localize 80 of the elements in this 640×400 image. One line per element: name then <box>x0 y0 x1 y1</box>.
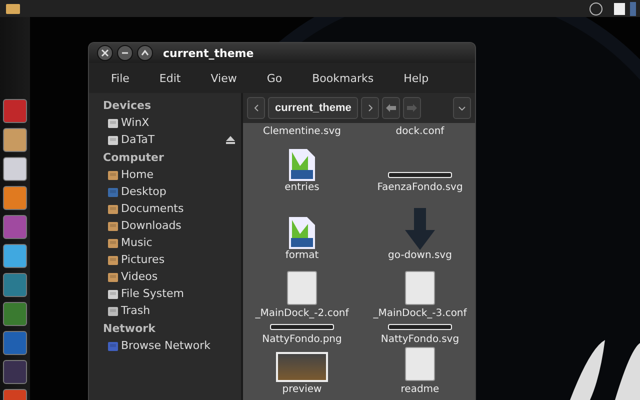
sidebar-item[interactable]: Music <box>121 236 241 249</box>
desktop-icon <box>107 186 119 198</box>
sidebar-item[interactable]: File System <box>121 287 241 300</box>
file-name[interactable]: preview <box>282 384 322 395</box>
menu-item[interactable]: View <box>200 72 249 84</box>
trash-icon <box>107 304 119 316</box>
file-name[interactable]: readme <box>400 384 440 395</box>
photo-placeholder <box>276 352 328 382</box>
down-arrow-icon <box>405 208 435 250</box>
rabbit-ears-drawing <box>570 338 640 400</box>
image-strip <box>388 324 452 330</box>
file-name[interactable]: Clementine.svg <box>263 126 341 137</box>
sidebar-item[interactable]: DaTaT <box>121 133 224 146</box>
maximize-button[interactable] <box>137 45 153 61</box>
sidebar-item[interactable]: Trash <box>121 304 241 317</box>
image-strip <box>270 324 334 330</box>
close-button[interactable] <box>97 45 113 61</box>
path-button[interactable]: current_theme <box>268 97 358 119</box>
folder-icon <box>107 220 119 232</box>
menu-item[interactable]: Bookmarks <box>302 72 386 84</box>
chevron-left-icon <box>254 104 258 112</box>
app-icon[interactable] <box>3 244 27 268</box>
folder-icon <box>107 168 119 180</box>
file-name[interactable]: NattyFondo.png <box>262 334 342 345</box>
chevron-up-icon <box>141 49 149 57</box>
menu-item[interactable]: Help <box>394 72 441 84</box>
file-name[interactable]: _MainDock_-2.conf <box>255 308 349 319</box>
app-icon[interactable] <box>3 157 27 181</box>
scroll-left-button[interactable] <box>247 97 265 119</box>
menu-item[interactable]: Edit <box>149 72 193 84</box>
image-strip <box>388 172 452 178</box>
drive-icon <box>107 288 119 300</box>
dxf-file-icon <box>288 216 316 250</box>
sidebar-item[interactable]: Documents <box>121 202 241 215</box>
app-icon[interactable] <box>3 186 27 210</box>
folder-icon <box>107 236 119 248</box>
dxf-file-icon <box>288 148 316 182</box>
file-name[interactable]: FaenzaFondo.svg <box>377 182 463 193</box>
app-icon[interactable] <box>3 128 27 152</box>
left-arrow-icon <box>386 104 396 112</box>
sidebar-item[interactable]: WinX <box>121 116 241 129</box>
file-name[interactable]: entries <box>284 182 320 193</box>
menu-item[interactable]: Go <box>256 72 294 84</box>
right-arrow-icon <box>407 104 418 112</box>
back-button[interactable] <box>382 97 400 119</box>
eject-icon[interactable] <box>226 136 235 144</box>
scroll-right-button[interactable] <box>361 97 380 119</box>
app-icon[interactable] <box>3 360 27 384</box>
folder-icon <box>107 270 119 282</box>
sidebar-item[interactable]: Pictures <box>121 253 241 266</box>
folder-icon <box>107 254 119 266</box>
sidebar-heading: Devices <box>103 98 152 114</box>
window-title: current_theme <box>163 46 254 60</box>
text-file-icon <box>405 347 435 381</box>
tray-icons-drawing[interactable] <box>588 2 636 16</box>
sidebar-item[interactable]: Browse Network <box>121 339 241 352</box>
folder-icon <box>107 202 119 214</box>
sidebar-item[interactable]: Downloads <box>121 219 241 232</box>
chevron-right-icon <box>368 104 373 112</box>
sidebar-heading: Network <box>103 320 156 336</box>
sidebar-item[interactable]: Home <box>121 168 241 181</box>
drive-icon <box>107 134 119 146</box>
dropdown-button[interactable] <box>453 97 471 119</box>
menu-item[interactable]: File <box>101 72 142 84</box>
minimize-button[interactable] <box>117 45 133 61</box>
close-icon <box>101 49 109 57</box>
chevron-down-icon <box>458 106 466 110</box>
text-file-icon <box>287 271 317 305</box>
file-name[interactable]: _MainDock_-3.conf <box>373 308 467 319</box>
network-icon <box>107 340 119 352</box>
sidebar-heading: Computer <box>103 150 165 166</box>
folder-icon[interactable] <box>6 4 20 14</box>
file-name[interactable]: format <box>285 250 319 261</box>
file-name[interactable]: dock.conf <box>396 126 444 137</box>
file-name[interactable]: NattyFondo.svg <box>380 334 460 345</box>
sidebar-item[interactable]: Videos <box>121 270 241 283</box>
text-file-icon <box>405 271 435 305</box>
file-name[interactable]: go-down.svg <box>388 250 452 261</box>
sidebar-item[interactable]: Desktop <box>121 185 241 198</box>
drive-icon <box>107 116 119 128</box>
